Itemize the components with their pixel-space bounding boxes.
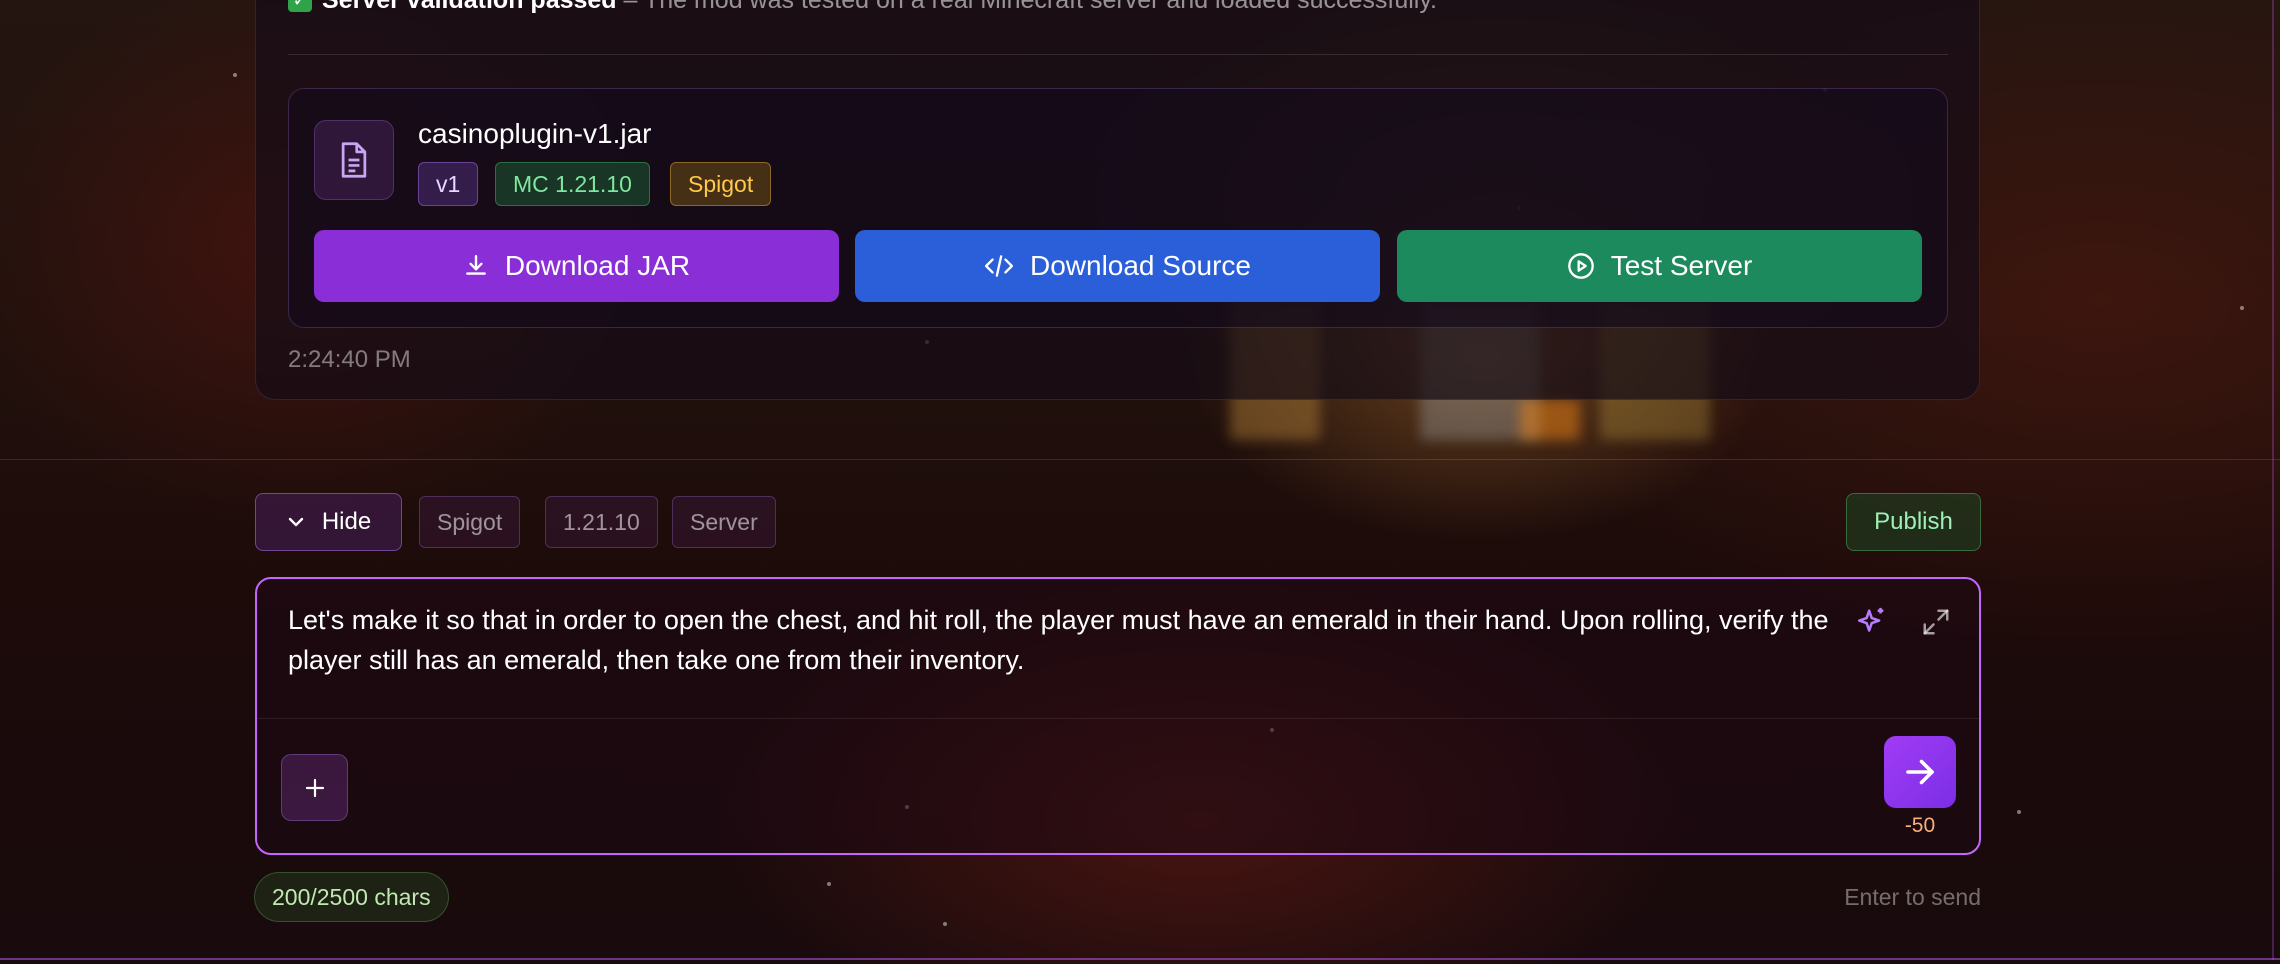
- send-button[interactable]: [1884, 736, 1956, 808]
- sparkle: [233, 73, 237, 77]
- test-server-button[interactable]: Test Server: [1397, 230, 1922, 302]
- panel-border: [2272, 0, 2274, 960]
- test-server-label: Test Server: [1610, 250, 1753, 281]
- validation-status: ✓ Server validation passed – The mod was …: [288, 0, 1437, 15]
- play-circle-icon: [1567, 253, 1594, 279]
- prompt-textarea[interactable]: Let's make it so that in order to open t…: [288, 600, 1848, 680]
- code-icon: [984, 255, 1014, 277]
- sparkle: [827, 882, 831, 886]
- project-type-chip[interactable]: Server: [672, 496, 776, 548]
- check-icon: ✓: [288, 0, 312, 12]
- sparkle: [2240, 306, 2244, 310]
- hide-label: Hide: [321, 508, 372, 535]
- platform-chip[interactable]: Spigot: [419, 496, 521, 548]
- send-hint: Enter to send: [1844, 884, 1981, 910]
- hide-button[interactable]: Hide: [255, 493, 402, 551]
- plus-icon: [305, 778, 324, 797]
- expand-composer-button[interactable]: [1916, 602, 1956, 642]
- enhance-prompt-button[interactable]: [1852, 602, 1892, 642]
- download-jar-label: Download JAR: [504, 250, 691, 281]
- sparkles-icon: [1857, 607, 1884, 632]
- credit-cost: -50: [1904, 814, 1936, 837]
- sparkle: [943, 922, 947, 926]
- chevron-down-icon: [288, 517, 304, 527]
- divider: [288, 54, 1948, 55]
- download-source-label: Download Source: [1029, 250, 1252, 281]
- attach-button[interactable]: [281, 754, 348, 821]
- version-chip[interactable]: 1.21.10: [545, 496, 658, 548]
- background-light: [1520, 400, 1580, 440]
- sparkle: [2017, 810, 2021, 814]
- expand-icon: [1923, 609, 1949, 635]
- publish-button[interactable]: Publish: [1846, 493, 1981, 551]
- validation-title: Server validation passed: [322, 0, 617, 14]
- divider: [257, 718, 1979, 719]
- download-icon: [466, 255, 486, 275]
- platform-badge: Spigot: [670, 162, 772, 206]
- download-source-button[interactable]: Download Source: [855, 230, 1380, 302]
- version-badge: v1: [418, 162, 479, 206]
- file-text-icon: [314, 120, 394, 200]
- minecraft-version-badge: MC 1.21.10: [495, 162, 650, 206]
- validation-message: – The mod was tested on a real Minecraft…: [616, 0, 1437, 14]
- download-jar-button[interactable]: Download JAR: [314, 230, 839, 302]
- message-timestamp: 2:24:40 PM: [288, 346, 411, 373]
- arrow-right-icon: [1906, 759, 1934, 785]
- panel-border: [0, 958, 2280, 960]
- char-counter: 200/2500 chars: [254, 872, 449, 922]
- file-name: casinoplugin-v1.jar: [418, 118, 652, 149]
- divider: [0, 459, 2280, 460]
